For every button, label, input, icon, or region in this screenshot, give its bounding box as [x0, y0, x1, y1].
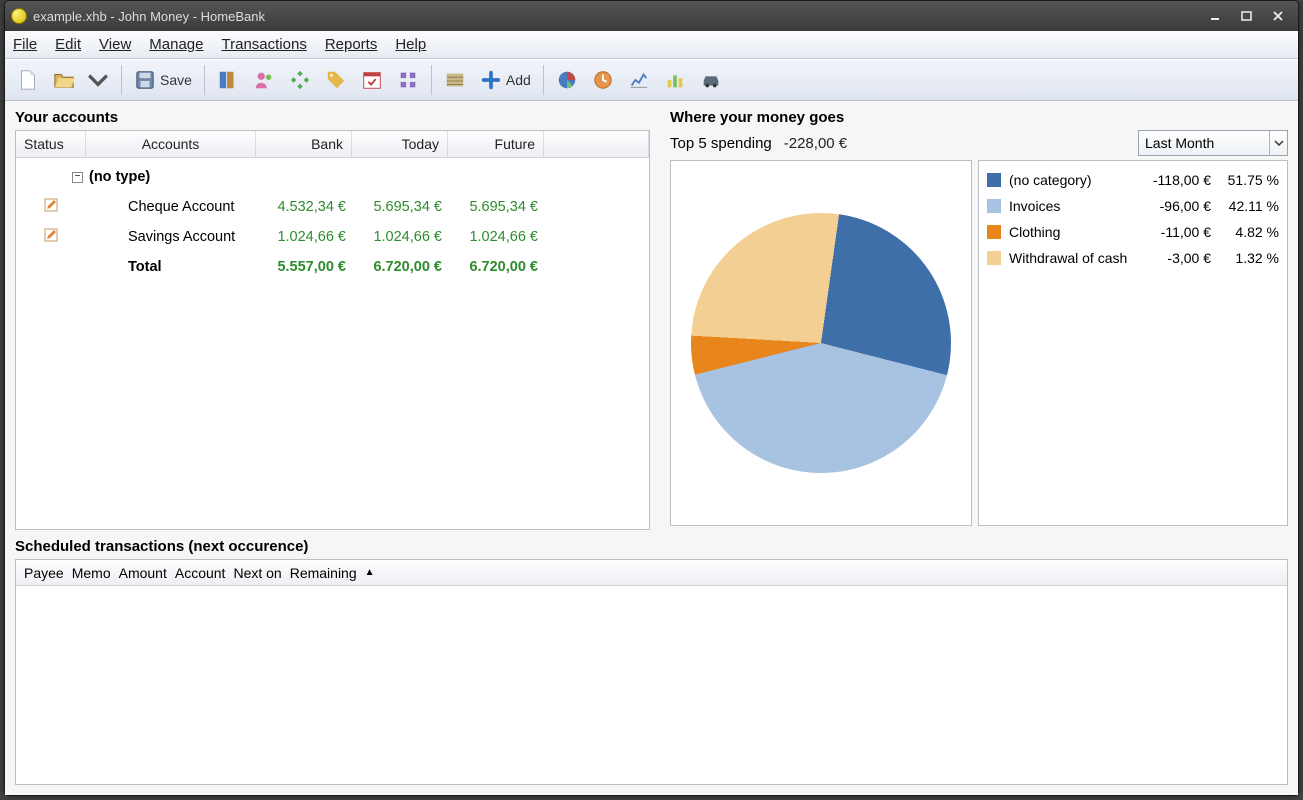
titlebar[interactable]: example.xhb - John Money - HomeBank	[5, 1, 1298, 31]
show-transactions-button[interactable]	[440, 65, 470, 95]
scheduled-panel: Scheduled transactions (next occurence) …	[15, 536, 1288, 785]
menu-reports[interactable]: Reports	[325, 36, 378, 53]
col-account[interactable]: Account	[173, 565, 228, 581]
add-transaction-button[interactable]: Add	[476, 65, 535, 95]
menu-edit[interactable]: Edit	[55, 36, 81, 53]
open-recent-dropdown[interactable]	[83, 65, 113, 95]
report-trend-button[interactable]	[588, 65, 618, 95]
legend-item[interactable]: Clothing -11,00 € 4.82 %	[987, 219, 1279, 245]
separator	[431, 65, 432, 95]
scheduled-header: Payee Memo Amount Account Next on Remain…	[16, 560, 1287, 586]
accounts-title: Your accounts	[15, 109, 650, 126]
col-today[interactable]: Today	[352, 131, 448, 157]
col-memo[interactable]: Memo	[70, 565, 113, 581]
legend-swatch	[987, 173, 1001, 187]
legend-item[interactable]: Withdrawal of cash -3,00 € 1.32 %	[987, 245, 1279, 271]
accounts-header: Status Accounts Bank Today Future	[16, 131, 649, 158]
legend-swatch	[987, 251, 1001, 265]
accounts-panel: Your accounts Status Accounts Bank Today…	[15, 107, 650, 530]
account-row[interactable]: Cheque Account 4.532,34 € 5.695,34 € 5.6…	[16, 192, 649, 222]
accounts-list: Status Accounts Bank Today Future − (no …	[15, 130, 650, 530]
account-row[interactable]: Savings Account 1.024,66 € 1.024,66 € 1.…	[16, 222, 649, 252]
manage-accounts-button[interactable]	[213, 65, 243, 95]
app-icon	[11, 8, 27, 24]
spending-panel: Where your money goes Top 5 spending -22…	[670, 107, 1288, 530]
edit-icon	[43, 197, 59, 217]
account-group-row[interactable]: − (no type)	[16, 162, 649, 192]
legend-item[interactable]: (no category) -118,00 € 51.75 %	[987, 167, 1279, 193]
menu-manage[interactable]: Manage	[149, 36, 203, 53]
legend-item[interactable]: Invoices -96,00 € 42.11 %	[987, 193, 1279, 219]
menu-file[interactable]: File	[13, 36, 37, 53]
minimize-button[interactable]	[1202, 7, 1230, 25]
report-vehicle-button[interactable]	[696, 65, 726, 95]
spending-legend: (no category) -118,00 € 51.75 % Invoices…	[978, 160, 1288, 526]
edit-icon	[43, 227, 59, 247]
col-payee[interactable]: Payee	[22, 565, 66, 581]
col-future[interactable]: Future	[448, 131, 544, 157]
manage-payees-button[interactable]	[249, 65, 279, 95]
legend-swatch	[987, 199, 1001, 213]
scheduled-list: Payee Memo Amount Account Next on Remain…	[15, 559, 1288, 785]
manage-tags-button[interactable]	[321, 65, 351, 95]
collapse-icon[interactable]: −	[72, 172, 83, 183]
chevron-down-icon	[1269, 131, 1287, 155]
col-status[interactable]: Status	[16, 131, 86, 157]
scheduled-title: Scheduled transactions (next occurence)	[15, 538, 1288, 555]
manage-categories-button[interactable]	[285, 65, 315, 95]
manage-budget-button[interactable]	[393, 65, 423, 95]
sort-asc-icon: ▲	[363, 567, 377, 578]
open-file-button[interactable]	[49, 65, 79, 95]
spending-subtitle: Top 5 spending	[670, 135, 772, 152]
menu-transactions[interactable]: Transactions	[222, 36, 307, 53]
separator	[204, 65, 205, 95]
report-budget-button[interactable]	[660, 65, 690, 95]
app-window: example.xhb - John Money - HomeBank File…	[4, 0, 1299, 796]
separator	[543, 65, 544, 95]
menubar: File Edit View Manage Transactions Repor…	[5, 31, 1298, 59]
legend-swatch	[987, 225, 1001, 239]
col-amount[interactable]: Amount	[117, 565, 169, 581]
toolbar: Save Add	[5, 59, 1298, 101]
col-bank[interactable]: Bank	[256, 131, 352, 157]
client-area: Your accounts Status Accounts Bank Today…	[5, 101, 1298, 795]
maximize-button[interactable]	[1233, 7, 1261, 25]
range-select[interactable]: Last Month	[1138, 130, 1288, 156]
window-title: example.xhb - John Money - HomeBank	[33, 9, 1199, 24]
pie-chart	[670, 160, 972, 526]
report-statistics-button[interactable]	[552, 65, 582, 95]
spending-title: Where your money goes	[670, 109, 1288, 126]
report-balance-button[interactable]	[624, 65, 654, 95]
manage-scheduled-button[interactable]	[357, 65, 387, 95]
col-remaining[interactable]: Remaining	[288, 565, 359, 581]
spending-amount: -228,00 €	[784, 135, 847, 152]
accounts-total-row: Total 5.557,00 € 6.720,00 € 6.720,00 €	[16, 252, 649, 282]
new-file-button[interactable]	[13, 65, 43, 95]
col-nexton[interactable]: Next on	[231, 565, 283, 581]
menu-view[interactable]: View	[99, 36, 131, 53]
col-accounts[interactable]: Accounts	[86, 131, 256, 157]
menu-help[interactable]: Help	[395, 36, 426, 53]
save-button[interactable]: Save	[130, 65, 196, 95]
separator	[121, 65, 122, 95]
close-button[interactable]	[1264, 7, 1292, 25]
